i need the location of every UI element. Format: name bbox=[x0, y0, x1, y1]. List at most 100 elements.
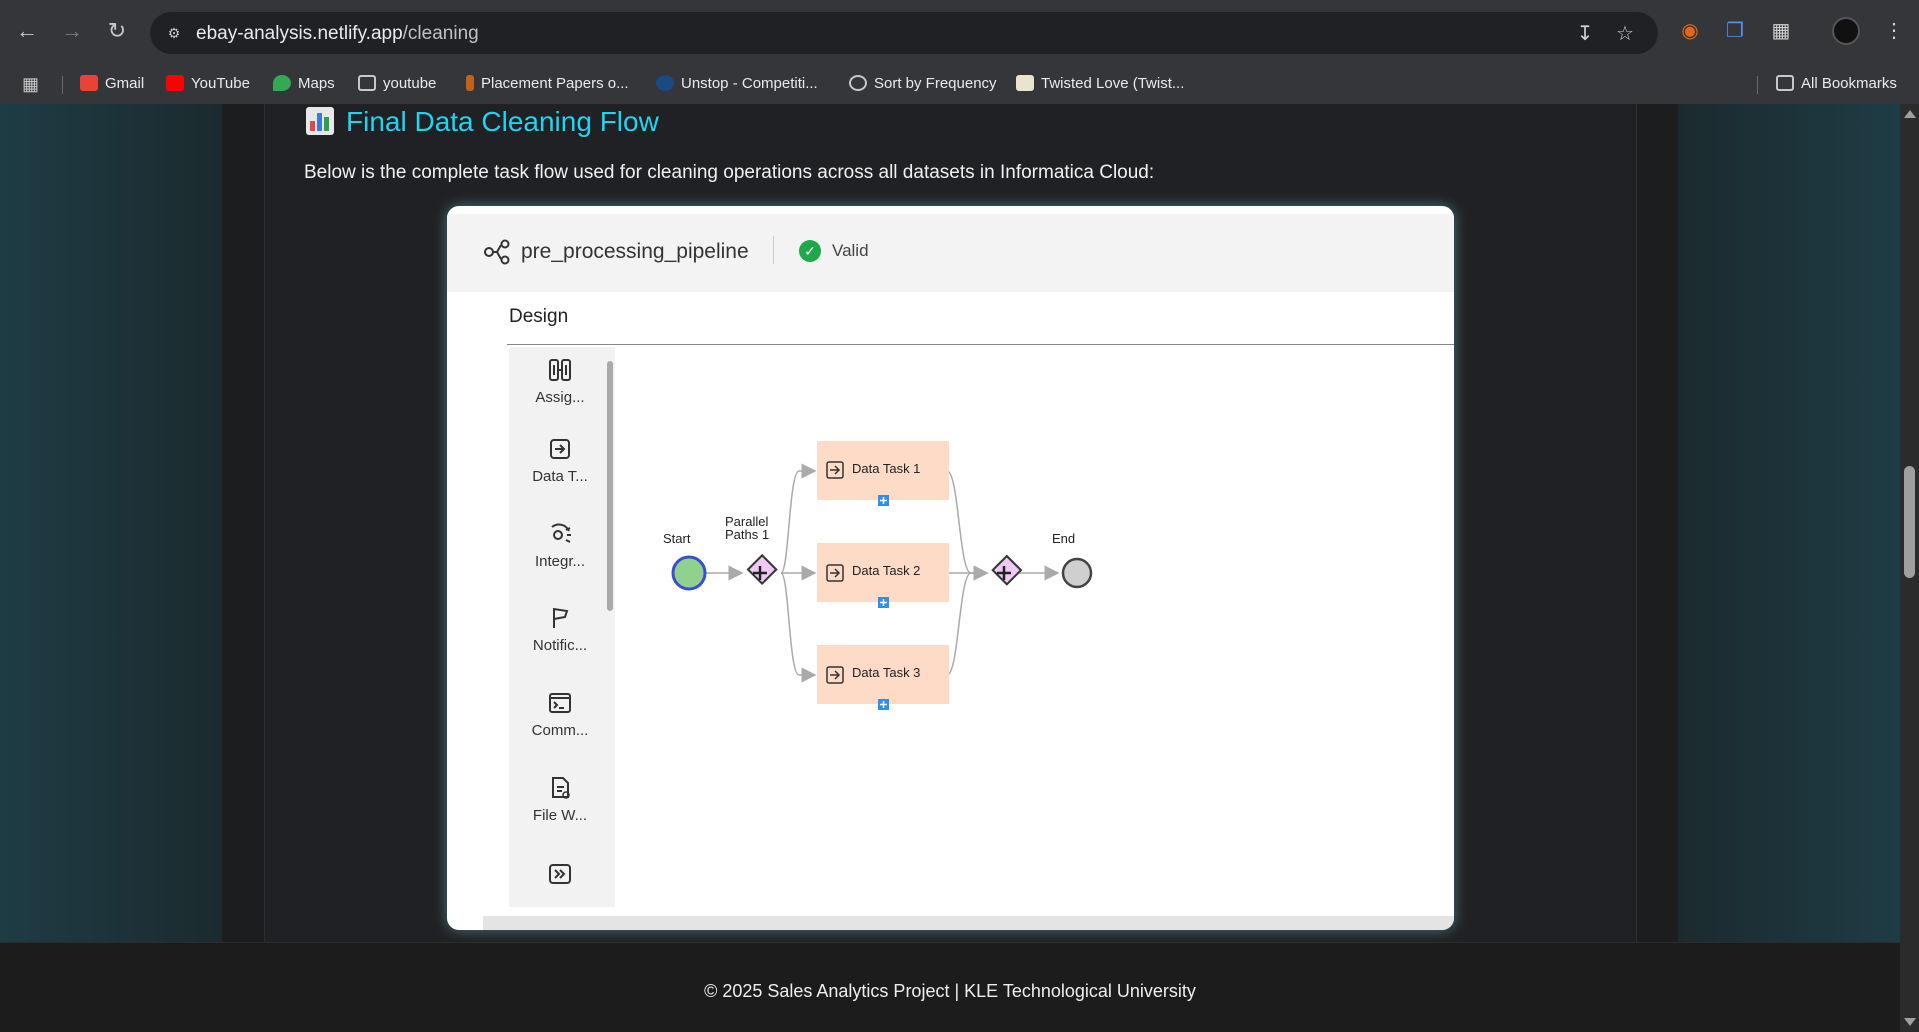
globe-icon bbox=[849, 75, 867, 91]
browser-chrome: ← → ↻ ⚙ ebay-analysis.netlify.app/cleani… bbox=[0, 0, 1919, 104]
url-path: /cleaning bbox=[402, 23, 479, 44]
apps-grid-icon[interactable]: ▦ bbox=[22, 74, 39, 94]
design-tab: Design bbox=[509, 306, 569, 327]
all-bookmarks[interactable]: All Bookmarks bbox=[1776, 74, 1897, 94]
integration-icon bbox=[551, 523, 571, 543]
bookmark-placement-papers[interactable]: Placement Papers o... bbox=[466, 74, 629, 94]
pipeline-header: pre_processing_pipeline ✓ Valid bbox=[447, 214, 1454, 292]
bookmark-label: Gmail bbox=[105, 75, 145, 92]
bookmarks-divider bbox=[1757, 76, 1758, 94]
page-scrollbar[interactable] bbox=[1900, 104, 1919, 1032]
check-icon: ✓ bbox=[799, 240, 821, 262]
palette-item-command: Comm... bbox=[517, 690, 603, 739]
goodreads-icon bbox=[1016, 75, 1034, 91]
maps-icon bbox=[273, 75, 291, 91]
install-app-icon[interactable]: ↧ bbox=[1572, 21, 1598, 47]
bookmark-label: Placement Papers o... bbox=[481, 75, 629, 92]
copy-extension-icon[interactable]: ❐ bbox=[1721, 17, 1749, 45]
browser-toolbar: ← → ↻ ⚙ ebay-analysis.netlify.app/cleani… bbox=[0, 0, 1919, 64]
palette-item-file-watch: File W... bbox=[517, 775, 603, 824]
bookmark-label: youtube bbox=[383, 75, 437, 92]
footer-text: © 2025 Sales Analytics Project | KLE Tec… bbox=[704, 981, 1196, 1001]
forward-icon[interactable]: → bbox=[57, 16, 87, 46]
palette-item-label: Data T... bbox=[532, 468, 588, 485]
pipeline-screenshot-card: pre_processing_pipeline ✓ Valid Design A… bbox=[447, 206, 1454, 930]
palette-scrollbar bbox=[607, 361, 613, 611]
bookmark-label: Sort by Frequency bbox=[874, 75, 997, 92]
bookmark-label: Twisted Love (Twist... bbox=[1041, 75, 1185, 92]
connector-parallel-task1 bbox=[780, 463, 817, 574]
url-text[interactable]: ebay-analysis.netlify.app/cleaning bbox=[196, 23, 479, 45]
section-heading-text: Final Data Cleaning Flow bbox=[346, 106, 659, 137]
palette-item-label: Notific... bbox=[532, 637, 588, 654]
palette-item-label: File W... bbox=[532, 807, 588, 824]
bookmark-twisted-love[interactable]: Twisted Love (Twist... bbox=[1016, 74, 1184, 94]
unstop-icon bbox=[656, 75, 674, 91]
scrollbar-thumb[interactable] bbox=[1904, 466, 1915, 578]
browser-menu-icon[interactable]: ⋮ bbox=[1880, 17, 1908, 45]
assignment-icon bbox=[549, 359, 571, 381]
task-label: Data Task 2 bbox=[852, 563, 920, 578]
bookmark-gmail[interactable]: Gmail bbox=[80, 74, 144, 94]
metamask-extension-icon[interactable]: ◉ bbox=[1676, 17, 1704, 45]
site-settings-icon[interactable]: ⚙ bbox=[164, 23, 184, 43]
bookmark-maps[interactable]: Maps bbox=[273, 74, 335, 94]
bookmark-label: Unstop - Competiti... bbox=[681, 75, 818, 92]
data-task-2: Data Task 2 bbox=[817, 543, 949, 608]
connector-task3-join bbox=[946, 565, 989, 676]
all-bookmarks-label: All Bookmarks bbox=[1801, 75, 1897, 92]
end-node bbox=[1061, 557, 1093, 589]
end-label: End bbox=[1052, 531, 1075, 546]
parallel-label-2: Paths 1 bbox=[725, 527, 769, 542]
data-task-3: Data Task 3 bbox=[817, 645, 949, 710]
page-viewport: Final Data Cleaning Flow Below is the co… bbox=[0, 104, 1900, 1032]
bookmark-sort-by-frequency[interactable]: Sort by Frequency bbox=[849, 74, 997, 94]
notification-icon bbox=[553, 607, 569, 628]
page-footer: © 2025 Sales Analytics Project | KLE Tec… bbox=[0, 942, 1900, 1032]
back-icon[interactable]: ← bbox=[12, 16, 42, 46]
jump-icon bbox=[549, 864, 571, 884]
bookmarks-bar: ▦ Gmail YouTube Maps youtube Placement P… bbox=[0, 64, 1919, 104]
page-side-gradient-right bbox=[1678, 104, 1900, 942]
palette-item-label: Comm... bbox=[531, 722, 589, 739]
header-divider bbox=[773, 236, 774, 264]
connector-task1-join bbox=[946, 470, 989, 581]
flow-canvas: Start Parallel Paths 1 Data Task 1 Data … bbox=[663, 441, 1093, 710]
file-watch-icon bbox=[552, 777, 570, 799]
taskflow-icon bbox=[484, 239, 510, 265]
palette-item-more bbox=[517, 861, 603, 893]
profile-avatar[interactable] bbox=[1832, 17, 1860, 45]
bookmark-label: Maps bbox=[298, 75, 335, 92]
bookmark-youtube[interactable]: YouTube bbox=[166, 74, 250, 94]
join-gateway bbox=[991, 554, 1023, 586]
placement-icon bbox=[466, 75, 474, 91]
command-icon bbox=[549, 693, 571, 713]
reload-icon[interactable]: ↻ bbox=[102, 16, 132, 46]
bookmark-label: YouTube bbox=[191, 75, 250, 92]
connector-parallel-task3 bbox=[780, 572, 817, 683]
extensions-puzzle-icon[interactable]: ▦ bbox=[1767, 17, 1795, 45]
bookmark-youtube-folder[interactable]: youtube bbox=[358, 74, 436, 94]
bookmark-star-icon[interactable]: ☆ bbox=[1612, 21, 1638, 47]
palette-item-label: Integr... bbox=[534, 553, 586, 570]
pipeline-name: pre_processing_pipeline bbox=[521, 240, 749, 263]
section-heading: Final Data Cleaning Flow bbox=[306, 106, 659, 138]
palette-item-label: Assig... bbox=[535, 389, 585, 406]
folder-icon bbox=[1776, 75, 1794, 91]
url-domain: ebay-analysis.netlify.app bbox=[196, 23, 403, 44]
palette-item-integration: Integr... bbox=[517, 521, 603, 570]
data-task-icon bbox=[550, 439, 570, 459]
task-label: Data Task 3 bbox=[852, 665, 920, 680]
intro-text: Below is the complete task flow used for… bbox=[304, 162, 1155, 183]
palette-item-notification: Notific... bbox=[517, 605, 603, 654]
bookmark-unstop[interactable]: Unstop - Competiti... bbox=[656, 74, 818, 94]
card-bottom-bar bbox=[483, 916, 1454, 930]
status-badge: Valid bbox=[832, 241, 869, 260]
scroll-down-arrow-icon[interactable] bbox=[1904, 1018, 1916, 1026]
data-task-1: Data Task 1 bbox=[817, 441, 949, 506]
parallel-gateway bbox=[746, 553, 778, 586]
task-label: Data Task 1 bbox=[852, 461, 920, 476]
design-panel: Design Assig... Data T... Integr... Noti… bbox=[483, 292, 1454, 916]
scroll-up-arrow-icon[interactable] bbox=[1904, 110, 1916, 118]
address-bar[interactable]: ⚙ ebay-analysis.netlify.app/cleaning ↧ ☆ bbox=[150, 12, 1658, 54]
